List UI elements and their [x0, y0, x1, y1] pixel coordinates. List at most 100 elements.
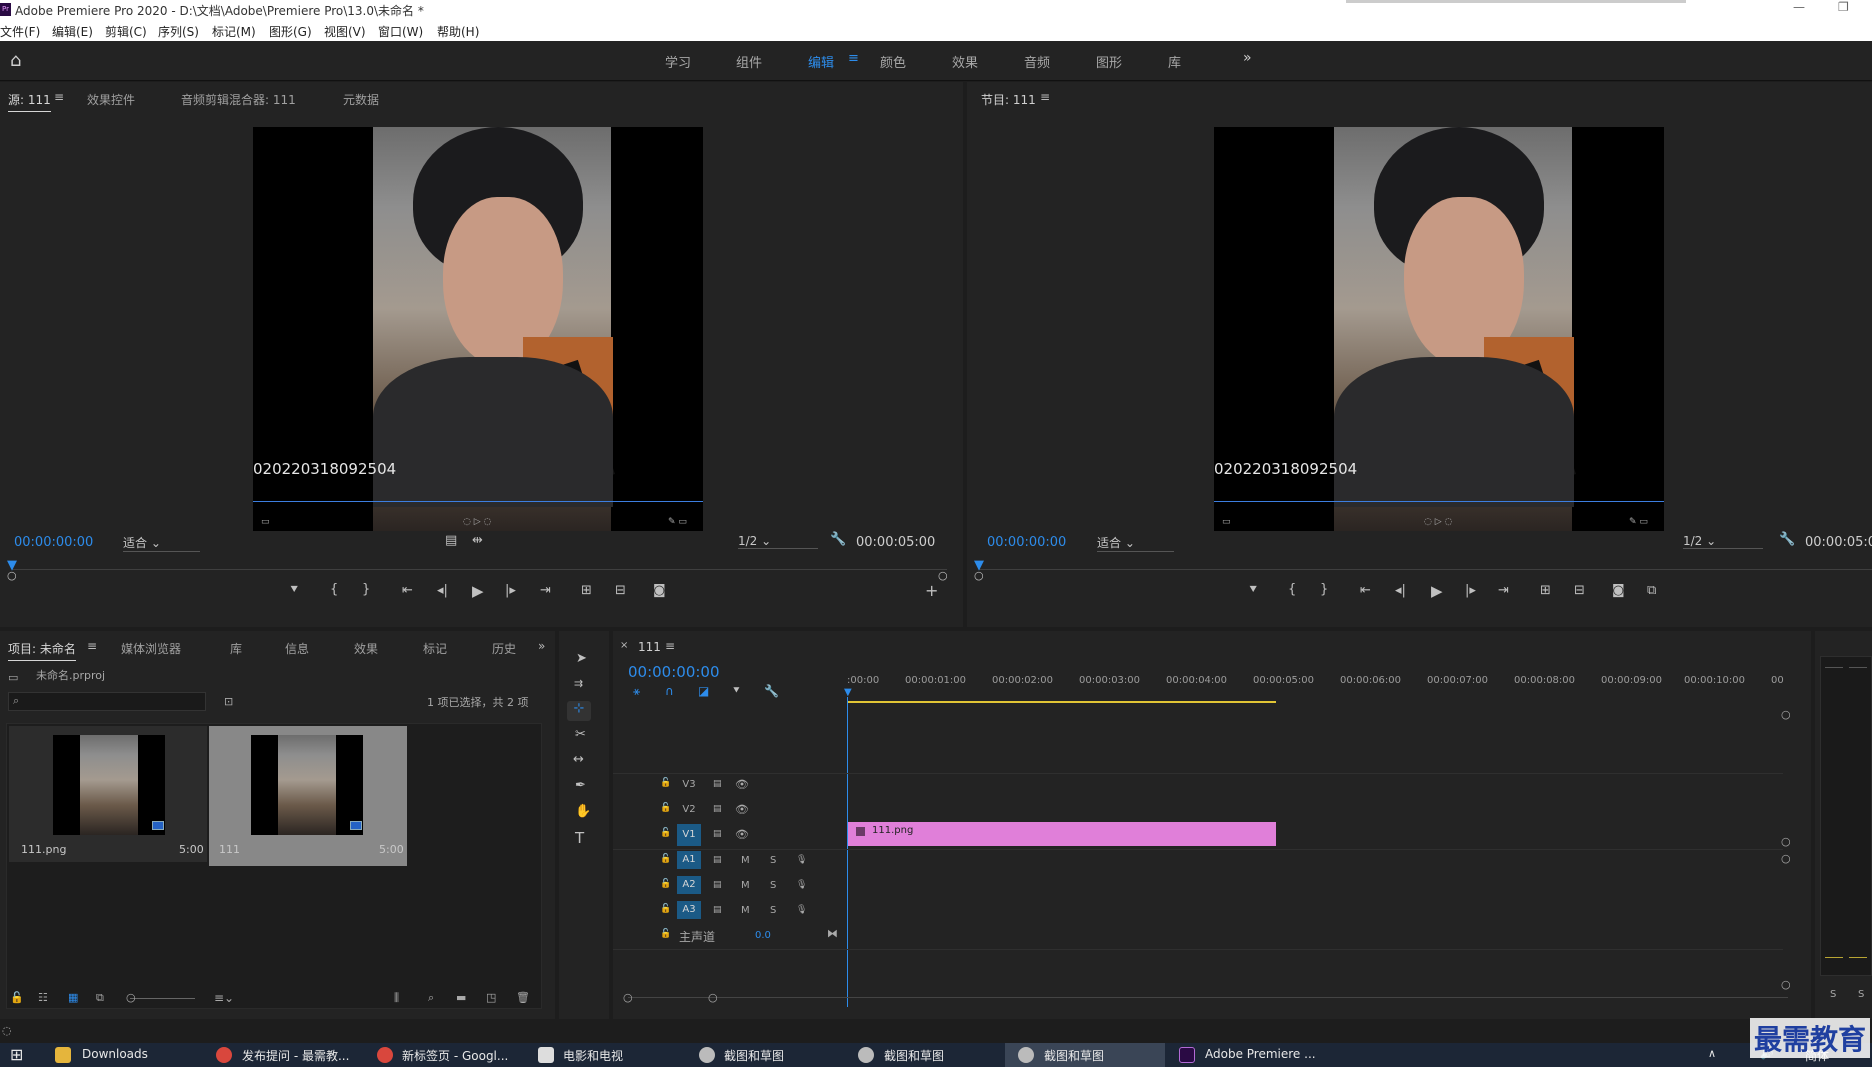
a2-voiceover-icon[interactable]: 🎙 — [796, 880, 807, 890]
freeform-view-icon[interactable]: ⧉ — [96, 991, 104, 1005]
program-go-to-in-icon[interactable]: ⇤ — [1360, 583, 1371, 598]
master-volume-value[interactable]: 0.0 — [755, 930, 771, 941]
taskbar-item-chrome-2[interactable]: 新标签页 - Googl... — [402, 1047, 508, 1064]
menu-sequence[interactable]: 序列(S) — [158, 23, 199, 40]
taskbar-item-snip-2[interactable]: 截图和草图 — [884, 1047, 944, 1064]
program-lift-icon[interactable]: ⊞ — [1540, 583, 1551, 598]
selection-tool-icon[interactable]: ➤ — [576, 651, 587, 666]
menu-edit[interactable]: 编辑(E) — [52, 23, 93, 40]
audio-scroll-top-handle[interactable]: ○ — [1781, 852, 1791, 865]
timeline-zoom-end-handle[interactable]: ○ — [708, 991, 718, 1004]
track-v3[interactable]: V3 — [677, 776, 701, 794]
source-button-editor-icon[interactable]: + — [925, 581, 938, 600]
tab-metadata[interactable]: 元数据 — [343, 91, 379, 108]
home-icon[interactable]: ⌂ — [10, 51, 30, 71]
add-marker-icon[interactable]: ⯆ — [732, 684, 741, 698]
source-drag-audio-icon[interactable]: ⇹ — [472, 533, 483, 548]
nest-icon[interactable]: ⚹ — [633, 684, 640, 699]
tab-history[interactable]: 历史 — [492, 640, 516, 657]
icon-view-icon[interactable]: ▦ — [68, 991, 78, 1004]
timeline-playhead-line[interactable] — [847, 697, 848, 1007]
project-item-sequence[interactable]: 111 5:00 — [209, 726, 407, 866]
a1-voiceover-icon[interactable]: 🎙 — [796, 855, 807, 865]
source-insert-icon[interactable]: ⊞ — [581, 583, 592, 598]
new-item-icon[interactable]: ◳ — [486, 991, 496, 1004]
a3-solo-button[interactable]: S — [770, 905, 776, 916]
taskbar-item-premiere[interactable]: Adobe Premiere ... — [1205, 1047, 1316, 1061]
a3-lock-icon[interactable]: 🔓 — [660, 904, 671, 914]
program-resolution-select[interactable]: 1/2 ⌄ — [1683, 534, 1763, 549]
source-transport-icons[interactable]: ◌ ▷ ◌ — [463, 517, 491, 527]
program-timecode[interactable]: 00:00:00:00 — [987, 535, 1066, 550]
source-resolution-select[interactable]: 1/2 ⌄ — [738, 534, 818, 549]
source-zoom-start-handle[interactable]: ○ — [7, 569, 17, 582]
source-play-icon[interactable]: ▶ — [472, 582, 484, 600]
taskbar-item-snip-1[interactable]: 截图和草图 — [724, 1047, 784, 1064]
more-workspaces-icon[interactable]: » — [1243, 50, 1252, 66]
tab-sequence[interactable]: 111 — [638, 640, 661, 654]
meter-solo-right-button[interactable]: S — [1858, 989, 1864, 1000]
source-export-frame-icon[interactable]: ◙ — [653, 583, 666, 598]
a2-sync-icon[interactable]: ▤ — [713, 880, 722, 890]
tab-project[interactable]: 项目: 未命名 — [8, 640, 76, 661]
new-search-bin-icon[interactable]: ⊡ — [224, 695, 233, 708]
a1-solo-button[interactable]: S — [770, 855, 776, 866]
v1-sync-icon[interactable]: ▤ — [713, 829, 722, 839]
meter-solo-left-button[interactable]: S — [1830, 989, 1836, 1000]
close-sequence-icon[interactable]: × — [620, 640, 628, 651]
workspace-effects[interactable]: 效果 — [952, 52, 978, 71]
tab-markers[interactable]: 标记 — [423, 640, 447, 657]
snap-icon[interactable]: ∩ — [665, 684, 674, 698]
program-add-marker-icon[interactable]: ⯆ — [1248, 583, 1258, 598]
track-select-tool-icon[interactable]: ⇉ — [574, 677, 583, 690]
slip-tool-icon[interactable]: ↔ — [573, 752, 584, 767]
program-step-forward-icon[interactable]: |▸ — [1465, 583, 1476, 598]
timeline-settings-icon[interactable]: 🔧 — [764, 684, 779, 698]
project-panel-menu-icon[interactable]: ≡ — [87, 639, 97, 653]
source-go-to-out-icon[interactable]: ⇥ — [540, 583, 551, 598]
a1-sync-icon[interactable]: ▤ — [713, 855, 722, 865]
workspace-learn[interactable]: 学习 — [665, 52, 691, 71]
source-overwrite-icon[interactable]: ⊟ — [615, 583, 626, 598]
tab-media-browser[interactable]: 媒体浏览器 — [121, 640, 181, 657]
program-extract-icon[interactable]: ⊟ — [1574, 583, 1585, 598]
source-go-to-in-icon[interactable]: ⇤ — [402, 583, 413, 598]
a3-mute-button[interactable]: M — [741, 905, 750, 916]
source-fit-select[interactable]: 适合 ⌄ — [123, 534, 200, 552]
tab-source[interactable]: 源: 111 — [8, 91, 51, 112]
source-panel-menu-icon[interactable]: ≡ — [54, 90, 64, 104]
v3-eye-icon[interactable]: 👁 — [735, 778, 749, 791]
program-panel-menu-icon[interactable]: ≡ — [1040, 90, 1050, 104]
clear-icon[interactable]: 🗑 — [516, 991, 530, 1004]
master-lock-icon[interactable]: 🔓 — [660, 929, 671, 939]
timeline-zoom-bar[interactable] — [628, 997, 1788, 998]
program-comparison-view-icon[interactable]: ⧉ — [1647, 583, 1656, 598]
program-go-to-out-icon[interactable]: ⇥ — [1498, 583, 1509, 598]
taskbar-item-movies[interactable]: 电影和电视 — [563, 1047, 623, 1064]
source-time-ruler[interactable] — [12, 569, 947, 570]
a1-mute-button[interactable]: M — [741, 855, 750, 866]
menu-graphics[interactable]: 图形(G) — [269, 23, 312, 40]
track-a2[interactable]: A2 — [677, 876, 701, 894]
work-area-bar[interactable] — [848, 701, 1276, 703]
taskbar-item-snip-3[interactable]: 截图和草图 — [1044, 1047, 1104, 1064]
a2-lock-icon[interactable]: 🔓 — [660, 879, 671, 889]
program-mark-in-icon[interactable]: { — [1288, 582, 1296, 597]
a3-voiceover-icon[interactable]: 🎙 — [796, 905, 807, 915]
tab-effects[interactable]: 效果 — [354, 640, 378, 657]
track-v2[interactable]: V2 — [677, 801, 701, 819]
taskbar-item-downloads[interactable]: Downloads — [82, 1047, 148, 1061]
a2-solo-button[interactable]: S — [770, 880, 776, 891]
workspace-color[interactable]: 颜色 — [880, 52, 906, 71]
zoom-slider-handle[interactable]: ○ — [126, 991, 136, 1004]
ripple-edit-tool-icon[interactable]: ⊹ — [567, 701, 591, 721]
a2-mute-button[interactable]: M — [741, 880, 750, 891]
source-zoom-end-handle[interactable]: ○ — [938, 569, 948, 582]
project-more-tabs-icon[interactable]: » — [538, 639, 545, 653]
workspace-assembly[interactable]: 组件 — [736, 52, 762, 71]
menu-help[interactable]: 帮助(H) — [437, 23, 479, 40]
tab-info[interactable]: 信息 — [285, 640, 309, 657]
source-settings-icon[interactable]: 🔧 — [830, 532, 846, 547]
source-mark-out-icon[interactable]: } — [362, 582, 370, 597]
workspace-menu-icon[interactable]: ≡ — [848, 51, 859, 66]
